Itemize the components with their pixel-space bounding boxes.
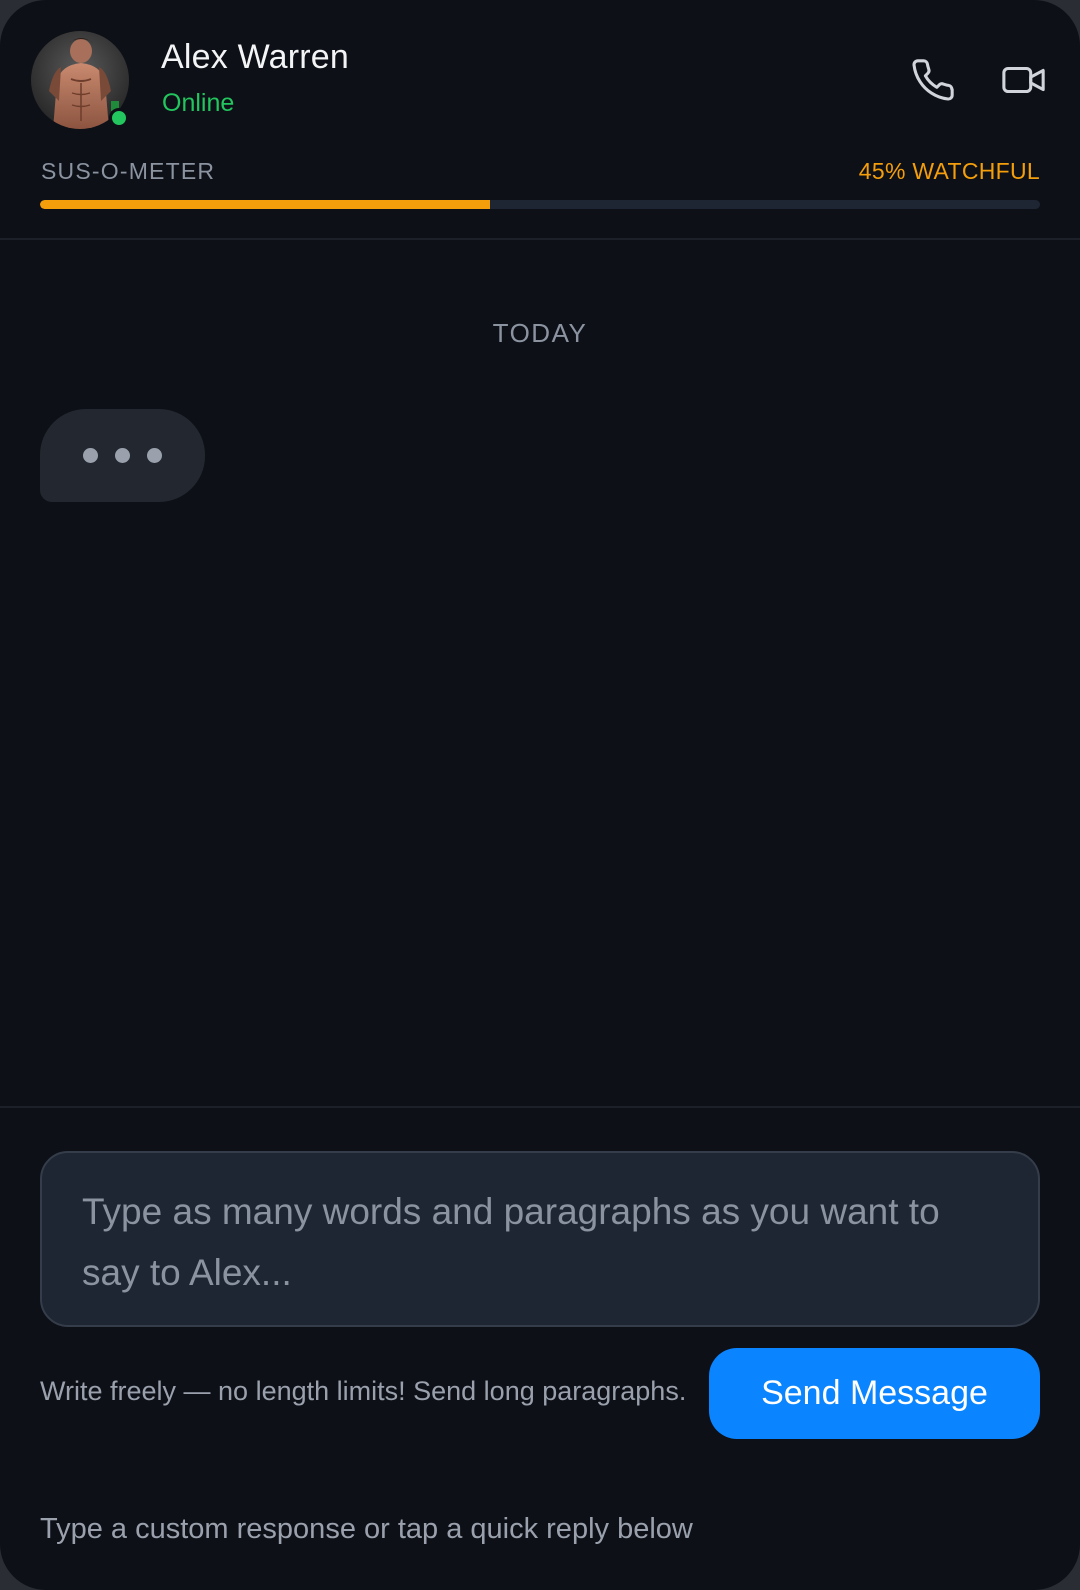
sus-meter-track (40, 200, 1040, 209)
day-divider: TODAY (492, 318, 588, 348)
sus-meter-fill (40, 200, 490, 209)
message-composer[interactable] (40, 1151, 1040, 1327)
typing-dot (83, 448, 98, 463)
quick-reply-hint: Type a custom response or tap a quick re… (40, 1513, 693, 1545)
call-button[interactable] (905, 52, 961, 108)
typing-dot (115, 448, 130, 463)
video-call-button[interactable] (996, 52, 1052, 108)
message-input[interactable] (82, 1181, 998, 1297)
message-list[interactable]: TODAY (0, 240, 1080, 1108)
typing-indicator (40, 409, 205, 502)
phone-icon (912, 59, 954, 101)
send-message-button[interactable]: Send Message (709, 1348, 1040, 1439)
video-camera-icon (1002, 66, 1045, 94)
chat-screen: Alex Warren Online SUS-O-METER 45% WATCH… (0, 0, 1080, 1590)
composer-hint: Write freely — no length limits! Send lo… (40, 1376, 687, 1406)
sus-meter-value: 45% WATCHFUL (858, 158, 1040, 184)
chat-header: Alex Warren Online SUS-O-METER 45% WATCH… (0, 0, 1080, 240)
presence-dot (109, 108, 129, 128)
contact-name: Alex Warren (161, 38, 349, 76)
sus-meter-label: SUS-O-METER (41, 158, 216, 184)
contact-status: Online (162, 89, 235, 117)
typing-dot (147, 448, 162, 463)
